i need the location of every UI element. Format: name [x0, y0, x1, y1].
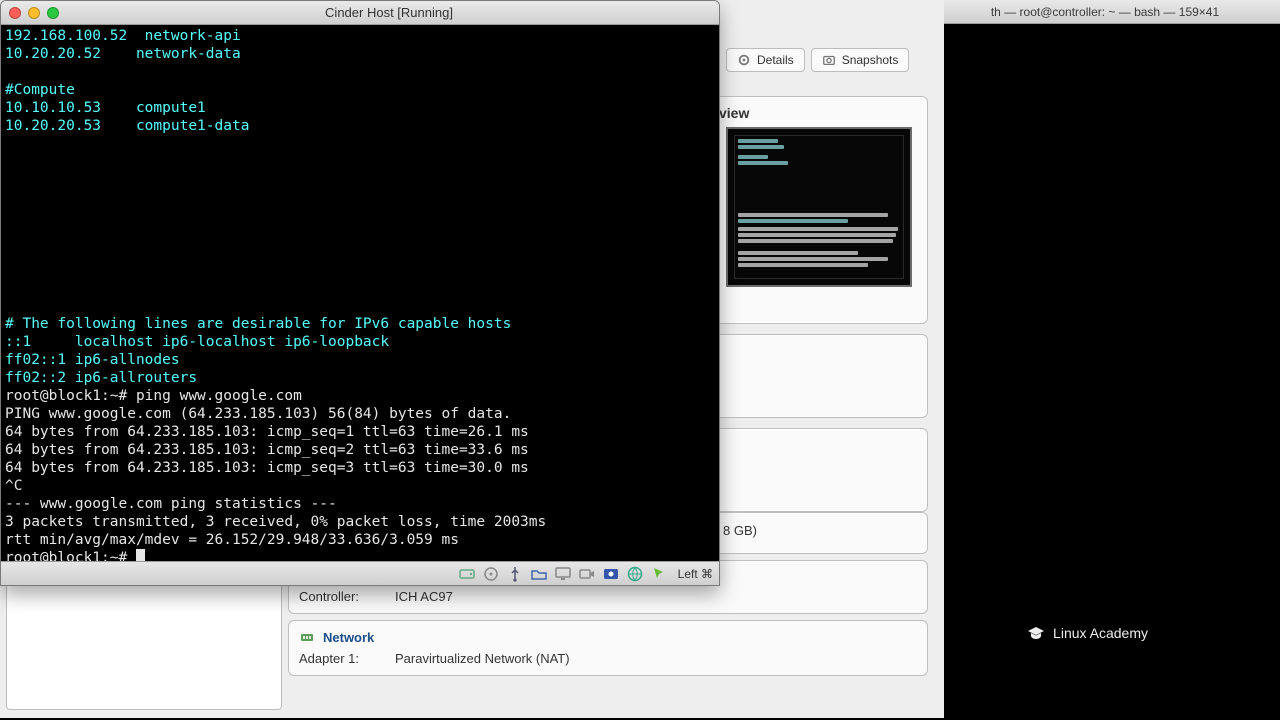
detail-tabs: Details Snapshots: [726, 48, 909, 72]
graduation-cap-icon: [1027, 624, 1045, 642]
tab-snapshots-label: Snapshots: [842, 53, 899, 67]
tab-details[interactable]: Details: [726, 48, 805, 72]
minimize-icon[interactable]: [28, 7, 40, 19]
optical-icon[interactable]: [482, 565, 500, 583]
network-section-heading[interactable]: Network: [299, 629, 917, 645]
shared-folder-icon[interactable]: [530, 565, 548, 583]
linux-academy-label: Linux Academy: [1053, 625, 1148, 641]
background-terminal-titlebar: th — root@controller: ~ — bash — 159×41: [930, 0, 1280, 24]
camera-icon: [822, 53, 836, 67]
storage-panel-tail: 8 GB): [710, 512, 928, 554]
linux-academy-badge: Linux Academy: [1027, 624, 1148, 642]
mouse-integration-icon[interactable]: [650, 565, 668, 583]
recording-icon[interactable]: [602, 565, 620, 583]
host-key-label: Left ⌘: [678, 567, 713, 581]
preview-heading: view: [719, 105, 919, 121]
tab-details-label: Details: [757, 53, 794, 67]
video-capture-icon[interactable]: [578, 565, 596, 583]
info-panel-partial-1: [710, 334, 928, 418]
network-section-label: Network: [323, 630, 374, 645]
audio-controller-label: Controller:: [299, 587, 389, 607]
network-panel: Network Adapter 1: Paravirtualized Netwo…: [288, 620, 928, 676]
zoom-icon[interactable]: [47, 7, 59, 19]
vm-console-window: Cinder Host [Running] 192.168.100.52 net…: [0, 0, 720, 586]
vm-window-title: Cinder Host [Running]: [67, 5, 711, 20]
preview-panel: view: [710, 96, 928, 324]
preview-thumbnail[interactable]: [726, 127, 912, 287]
window-controls: [9, 7, 59, 19]
audio-controller-value: ICH AC97: [395, 587, 453, 607]
background-terminal-title: th — root@controller: ~ — bash — 159×41: [991, 5, 1219, 19]
vm-titlebar[interactable]: Cinder Host [Running]: [1, 1, 719, 25]
network-adapter-label: Adapter 1:: [299, 649, 389, 669]
vm-terminal[interactable]: 192.168.100.52 network-api 10.20.20.52 n…: [1, 25, 719, 561]
gear-icon: [737, 53, 751, 67]
close-icon[interactable]: [9, 7, 21, 19]
network-icon: [299, 629, 315, 645]
network-status-icon[interactable]: [626, 565, 644, 583]
storage-size-tail: 8 GB): [723, 523, 757, 538]
hdd-icon[interactable]: [458, 565, 476, 583]
usb-icon[interactable]: [506, 565, 524, 583]
vm-statusbar: Left ⌘: [1, 561, 719, 585]
display-icon[interactable]: [554, 565, 572, 583]
network-adapter-value: Paravirtualized Network (NAT): [395, 649, 570, 669]
info-panel-partial-2: [710, 428, 928, 512]
tab-snapshots[interactable]: Snapshots: [811, 48, 910, 72]
